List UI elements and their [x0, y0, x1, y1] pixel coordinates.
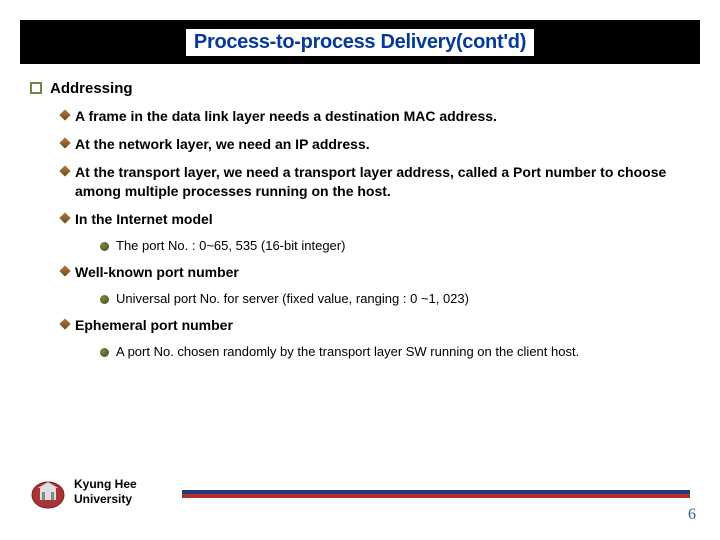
subbullet-text: The port No. : 0~65, 535 (16-bit integer… — [116, 238, 345, 255]
bullet-transport-port: At the transport layer, we need a transp… — [60, 163, 690, 199]
slide-content: Addressing A frame in the data link laye… — [30, 80, 690, 369]
section-heading-row: Addressing — [30, 80, 690, 97]
subbullet-text: Universal port No. for server (fixed val… — [116, 291, 469, 308]
bullet-well-known: Well-known port number — [60, 263, 690, 281]
title-bar: Process-to-process Delivery(cont'd) — [20, 20, 700, 64]
subbullet-well-known-range: Universal port No. for server (fixed val… — [100, 291, 690, 308]
university-logo-icon — [30, 480, 66, 510]
diamond-bullet-icon — [60, 266, 70, 276]
bullet-internet-model: In the Internet model — [60, 210, 690, 228]
diamond-bullet-icon — [60, 110, 70, 120]
bullet-text: In the Internet model — [75, 210, 213, 228]
disc-bullet-icon — [100, 348, 109, 357]
bullet-frame-mac: A frame in the data link layer needs a d… — [60, 107, 690, 125]
diamond-bullet-icon — [60, 213, 70, 223]
bullet-text: At the network layer, we need an IP addr… — [75, 135, 370, 153]
footer-divider — [182, 494, 690, 498]
subbullet-ephemeral-desc: A port No. chosen randomly by the transp… — [100, 344, 690, 361]
diamond-bullet-icon — [60, 166, 70, 176]
diamond-bullet-icon — [60, 319, 70, 329]
square-bullet-icon — [30, 82, 42, 94]
section-heading: Addressing — [50, 80, 133, 97]
university-name-line2: University — [74, 492, 132, 506]
subbullet-text: A port No. chosen randomly by the transp… — [116, 344, 579, 361]
disc-bullet-icon — [100, 295, 109, 304]
diamond-bullet-icon — [60, 138, 70, 148]
bullet-network-ip: At the network layer, we need an IP addr… — [60, 135, 690, 153]
subbullet-port-range: The port No. : 0~65, 535 (16-bit integer… — [100, 238, 690, 255]
bullet-text: Ephemeral port number — [75, 316, 233, 334]
university-name-line1: Kyung Hee — [74, 477, 137, 491]
page-number: 6 — [688, 506, 696, 524]
bullet-text: At the transport layer, we need a transp… — [75, 163, 690, 199]
bullet-text: Well-known port number — [75, 263, 239, 281]
slide-footer: Kyung Hee University 6 — [30, 470, 700, 520]
bullet-text: A frame in the data link layer needs a d… — [75, 107, 497, 125]
slide-title: Process-to-process Delivery(cont'd) — [186, 29, 534, 56]
university-name: Kyung Hee University — [74, 477, 137, 506]
disc-bullet-icon — [100, 242, 109, 251]
bullet-ephemeral: Ephemeral port number — [60, 316, 690, 334]
